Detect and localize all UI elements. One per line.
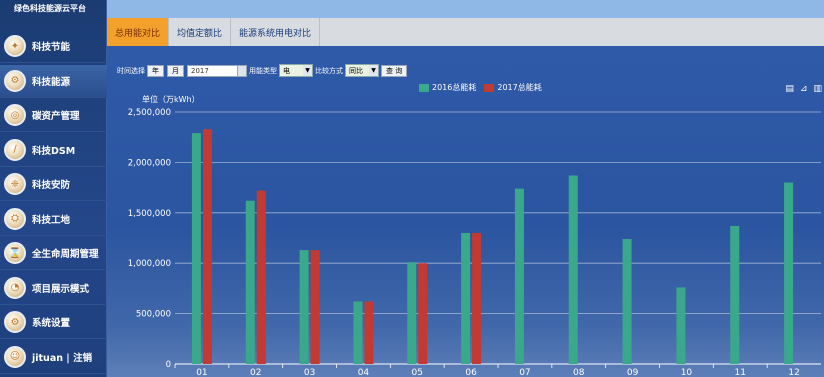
x-tick-label: 02 bbox=[250, 368, 261, 377]
bar-2017总能耗-06 bbox=[472, 232, 482, 364]
sidebar-item-3[interactable]: ∕ 科技DSM bbox=[0, 134, 107, 167]
y-tick-label: 1,000,000 bbox=[128, 259, 171, 269]
x-tick-label: 06 bbox=[465, 368, 477, 377]
sidebar-item-7[interactable]: ◔ 项目展示模式 bbox=[0, 272, 107, 305]
bar-chart: 0 500,000 1,000,000 1,500,000 2,000,000 2,500… bbox=[128, 108, 821, 377]
bar-2016总能耗-06 bbox=[461, 232, 471, 364]
bar-2017总能耗-05 bbox=[418, 263, 428, 364]
tab-total-energy-compare[interactable]: 总用能对比 bbox=[107, 18, 170, 46]
y-tick-label: 2,500,000 bbox=[128, 108, 171, 118]
sidebar-item-label: 科技工地 bbox=[32, 214, 71, 226]
bar-2017总能耗-01 bbox=[202, 129, 212, 364]
bar-2016总能耗-07 bbox=[514, 188, 524, 364]
security-icon: ❈ bbox=[4, 173, 26, 195]
x-tick-label: 12 bbox=[788, 368, 799, 377]
energy-icon: ⚙ bbox=[4, 69, 26, 92]
x-tick-label: 03 bbox=[304, 368, 315, 377]
sidebar-item-6[interactable]: ⌛ 全生命周期管理 bbox=[0, 237, 107, 270]
brand-title: 绿色科技能源云平台 bbox=[14, 4, 86, 13]
bar-2016总能耗-08 bbox=[568, 175, 578, 364]
sidebar-item-label: 碳资产管理 bbox=[32, 111, 80, 122]
sidebar-item-9[interactable]: ☺ jituan | 注销 bbox=[0, 341, 107, 374]
project-display-icon: ◔ bbox=[4, 276, 26, 299]
x-tick-label: 08 bbox=[573, 368, 585, 377]
y-tick-label: 2,000,000 bbox=[128, 158, 171, 168]
bar-2017总能耗-02 bbox=[256, 190, 266, 364]
sidebar-item-1[interactable]: ⚙ 科技能源 bbox=[0, 64, 107, 98]
y-tick-label: 500,000 bbox=[136, 310, 171, 320]
sidebar-item-label: 科技DSM bbox=[32, 145, 76, 157]
x-tick-label: 09 bbox=[627, 368, 639, 377]
sidebar-item-label: 全生命周期管理 bbox=[32, 249, 99, 260]
sidebar-item-label: 科技节能 bbox=[32, 42, 71, 53]
sidebar-item-4[interactable]: ❈ 科技安防 bbox=[0, 168, 107, 201]
sidebar-item-8[interactable]: ⚙ 系统设置 bbox=[0, 306, 107, 339]
x-tick-label: 05 bbox=[412, 368, 423, 377]
bar-2016总能耗-11 bbox=[730, 225, 740, 364]
energy-saving-icon: ✦ bbox=[4, 35, 26, 57]
sidebar-item-5[interactable]: ⛭ 科技工地 bbox=[0, 203, 107, 236]
bar-2016总能耗-10 bbox=[676, 287, 686, 364]
bar-2016总能耗-01 bbox=[191, 133, 201, 364]
lifecycle-icon: ⌛ bbox=[4, 242, 26, 264]
x-tick-label: 11 bbox=[735, 368, 746, 377]
dsm-icon: ∕ bbox=[4, 138, 26, 161]
tab-energy-system-power-compare[interactable]: 能源系统用电对比 bbox=[231, 18, 321, 46]
bar-2016总能耗-05 bbox=[407, 262, 417, 364]
bar-2016总能耗-02 bbox=[245, 200, 255, 364]
bar-2017总能耗-03 bbox=[310, 250, 320, 364]
sidebar-item-label: 科技安防 bbox=[32, 180, 71, 191]
bar-2016总能耗-12 bbox=[784, 182, 794, 364]
sidebar-item-label: 项目展示模式 bbox=[32, 283, 90, 295]
sidebar-item-2[interactable]: ◎ 碳资产管理 bbox=[0, 99, 107, 132]
tab-average-quota-ratio[interactable]: 均值定额比 bbox=[169, 18, 232, 46]
bar-2016总能耗-03 bbox=[299, 250, 309, 364]
tab-bar: 总用能对比 均值定额比 能源系统用电对比 bbox=[107, 18, 824, 46]
carbon-asset-icon: ◎ bbox=[4, 104, 26, 126]
main-area: 总用能对比 均值定额比 能源系统用电对比 时间选择 年 月 2017 用能类型 … bbox=[107, 0, 824, 377]
x-tick-label: 10 bbox=[681, 368, 693, 377]
user-avatar-icon: ☺ bbox=[4, 345, 26, 368]
sidebar-item-0[interactable]: ✦ 科技节能 bbox=[0, 30, 107, 63]
sidebar-item-label: 科技能源 bbox=[32, 76, 71, 88]
sidebar-item-label: 系统设置 bbox=[32, 318, 71, 329]
construction-icon: ⛭ bbox=[4, 207, 26, 230]
bar-2016总能耗-09 bbox=[622, 239, 632, 364]
sidebar-item-label: jituan | 注销 bbox=[32, 352, 93, 364]
x-tick-label: 04 bbox=[358, 368, 370, 377]
x-tick-label: 01 bbox=[196, 368, 207, 377]
y-tick-label: 0 bbox=[166, 360, 171, 370]
y-tick-label: 1,500,000 bbox=[128, 209, 171, 219]
x-tick-label: 07 bbox=[519, 368, 530, 377]
settings-icon: ⚙ bbox=[4, 311, 26, 333]
top-bar bbox=[107, 0, 824, 18]
sidebar: 绿色科技能源云平台 ✦ 科技节能 ⚙ 科技能源 ◎ 碳资产管理 ∕ 科技DSM ❈ 科技安防 ⛭ 科技… bbox=[0, 0, 107, 377]
bar-2016总能耗-04 bbox=[353, 301, 363, 364]
bar-2017总能耗-04 bbox=[364, 301, 374, 364]
